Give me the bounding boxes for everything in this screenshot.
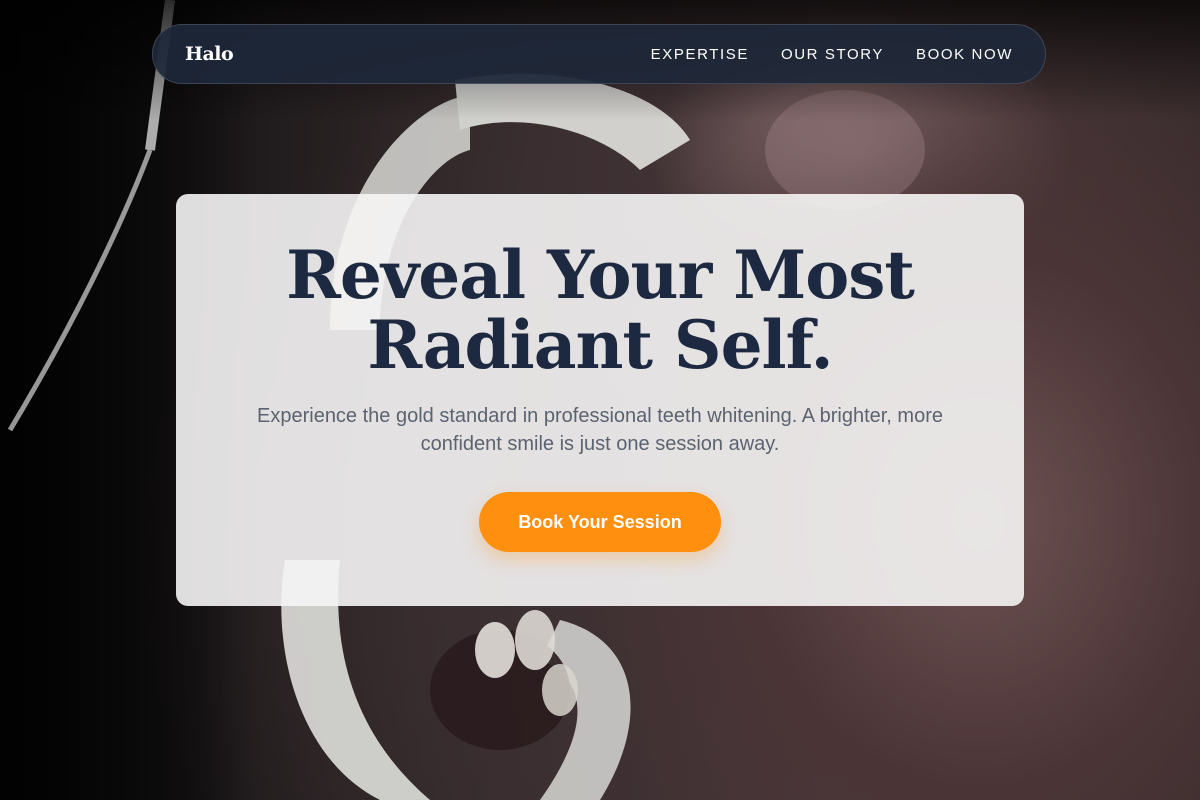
hero-subtitle: Experience the gold standard in professi… <box>257 405 943 455</box>
nav-link-our-story[interactable]: OUR STORY <box>781 46 884 63</box>
nav-link-book-now[interactable]: BOOK NOW <box>916 46 1013 63</box>
hero-title: Reveal Your Most Radiant Self. <box>176 240 1024 380</box>
top-navigation-bar: Halo EXPERTISE OUR STORY BOOK NOW <box>152 24 1046 84</box>
brand-logo[interactable]: Halo <box>185 43 234 65</box>
nav-link-expertise[interactable]: EXPERTISE <box>651 46 749 63</box>
hero-title-line-1: Reveal Your Most <box>286 236 915 314</box>
hero-card: Reveal Your Most Radiant Self. Experienc… <box>176 194 1024 606</box>
book-session-button[interactable]: Book Your Session <box>479 492 721 552</box>
hero-title-line-2: Radiant Self. <box>367 306 833 384</box>
nav-links: EXPERTISE OUR STORY BOOK NOW <box>651 46 1013 63</box>
